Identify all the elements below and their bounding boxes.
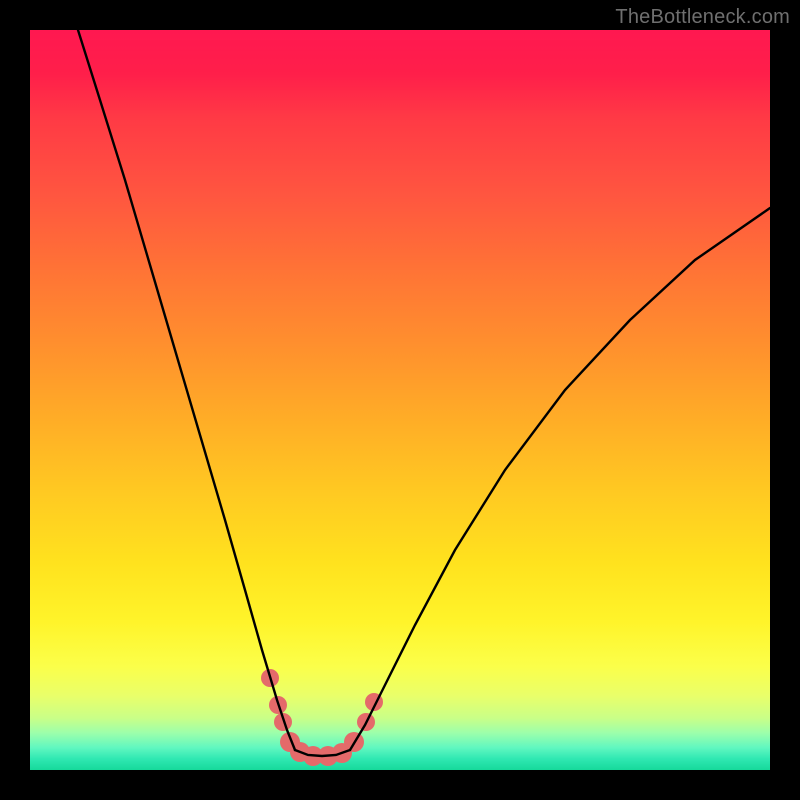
highlight-markers [261, 669, 383, 766]
curve-left-branch [78, 30, 295, 750]
chart-frame: TheBottleneck.com [0, 0, 800, 800]
curve-right-branch [350, 208, 770, 750]
plot-area [30, 30, 770, 770]
watermark-text: TheBottleneck.com [615, 6, 790, 29]
curve-layer [30, 30, 770, 770]
